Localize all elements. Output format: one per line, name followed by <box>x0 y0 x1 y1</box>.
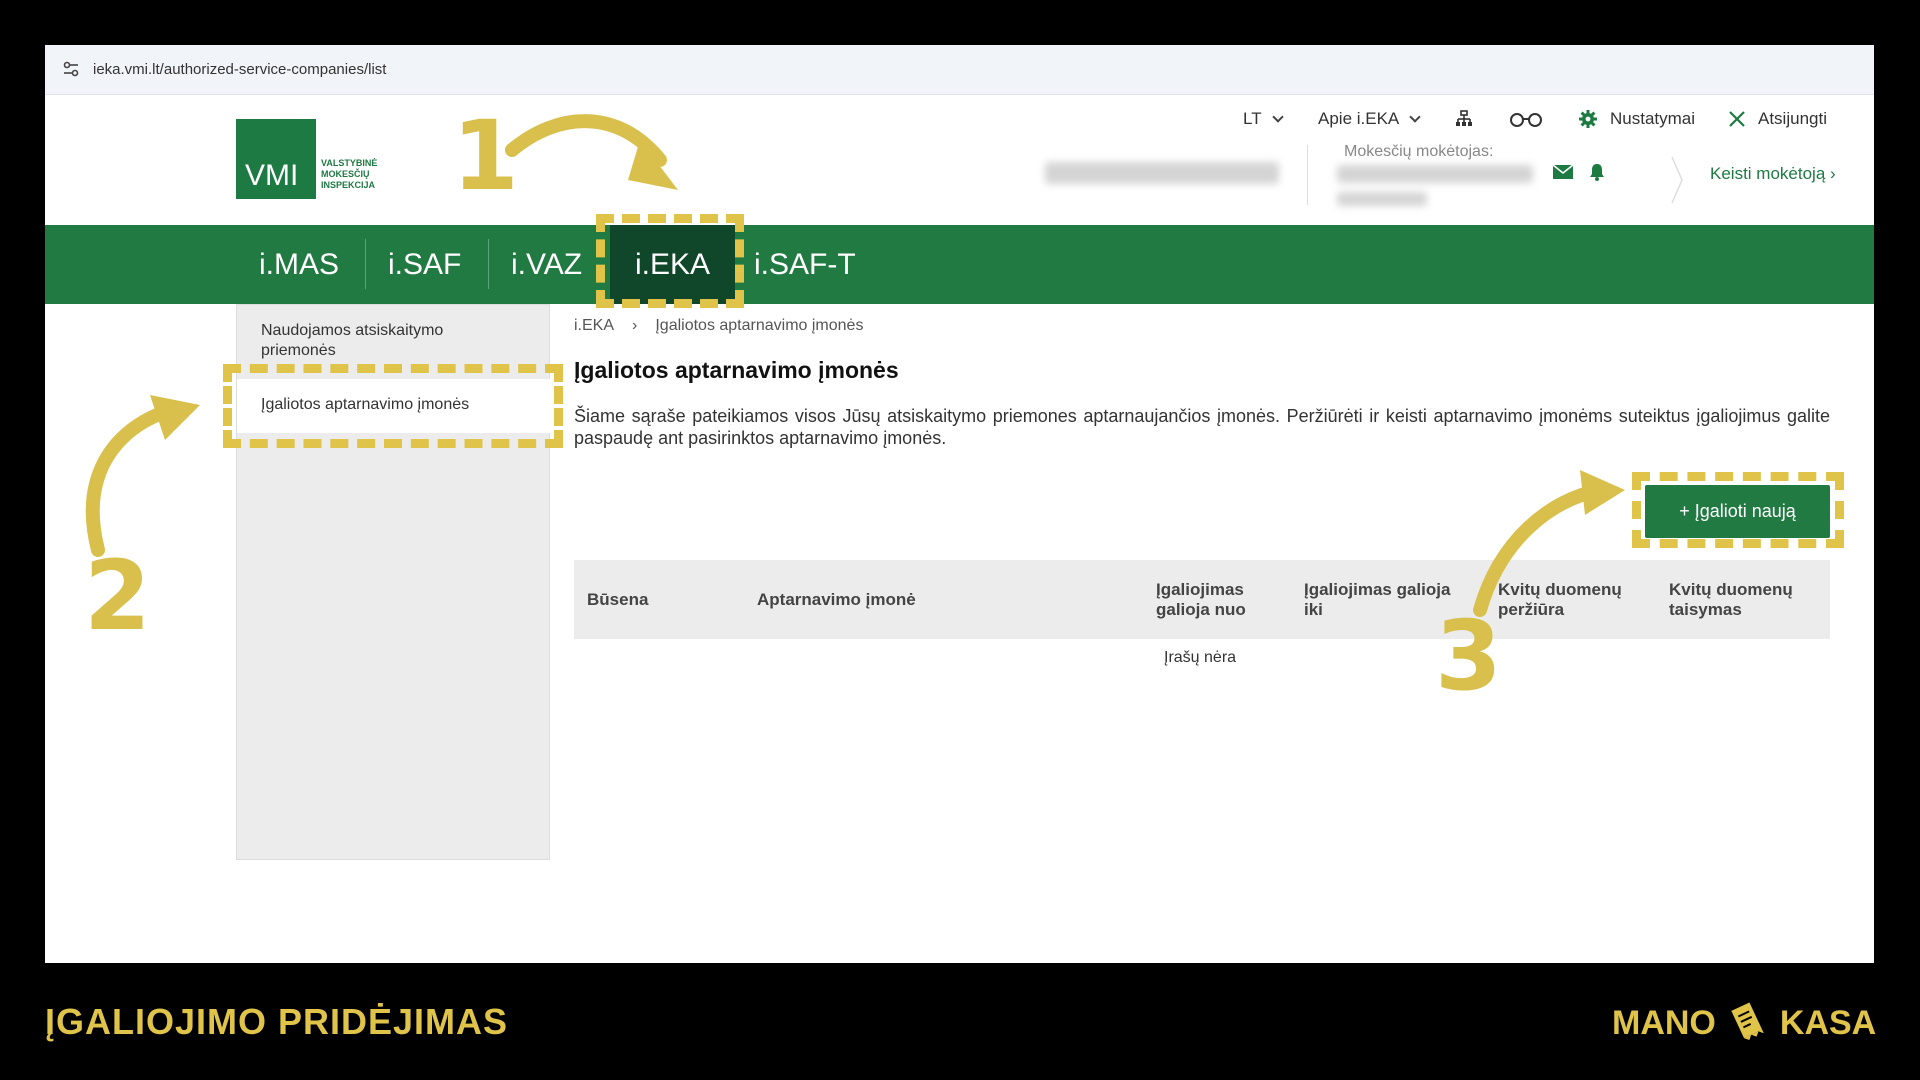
brand-left: MANO <box>1612 1003 1716 1042</box>
arrow-3-icon <box>1473 483 1607 617</box>
footer-caption: ĮGALIOJIMO PRIDĖJIMAS <box>45 1001 509 1042</box>
arrow-3-head-icon <box>1580 470 1625 515</box>
arrow-2-icon <box>85 403 177 557</box>
brand-logo: MANO KASA <box>1612 1001 1876 1045</box>
annotation-arrows <box>85 114 1625 617</box>
receipt-icon <box>1731 1002 1764 1041</box>
brand-right: KASA <box>1779 1003 1877 1042</box>
arrow-2-head-icon <box>150 395 200 440</box>
